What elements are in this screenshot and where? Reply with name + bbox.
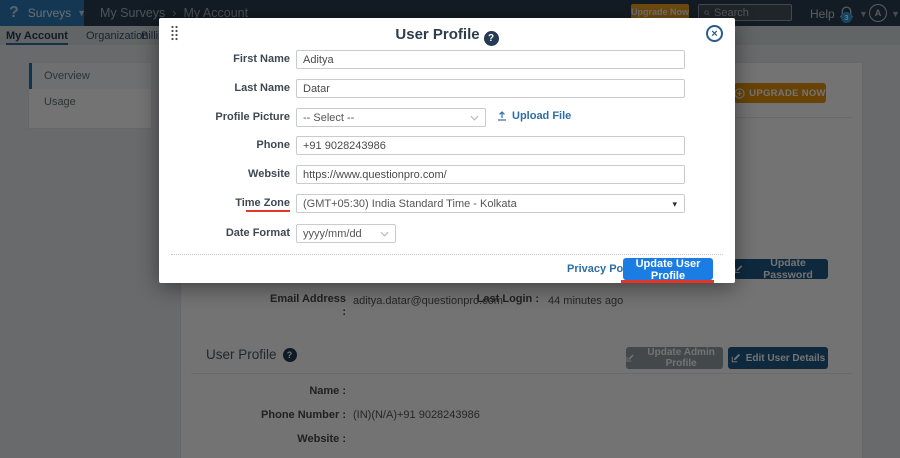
date-format-selected: yyyy/mm/dd: [303, 228, 362, 240]
time-zone-red-underline-annotation: [246, 210, 290, 212]
last-name-input[interactable]: [296, 79, 685, 98]
upload-icon: [497, 111, 507, 121]
first-name-input[interactable]: [296, 50, 685, 69]
time-zone-selected: (GMT+05:30) India Standard Time - Kolkat…: [303, 198, 517, 210]
close-icon[interactable]: ×: [706, 25, 723, 42]
user-profile-modal: User Profile? × First Name Last Name Pro…: [159, 18, 735, 283]
chevron-down-icon: [470, 115, 479, 121]
profile-picture-label: Profile Picture: [159, 108, 290, 127]
profile-picture-selected: -- Select --: [303, 112, 354, 124]
phone-label: Phone: [159, 136, 290, 155]
website-input[interactable]: [296, 165, 685, 184]
phone-input[interactable]: [296, 136, 685, 155]
time-zone-select[interactable]: (GMT+05:30) India Standard Time - Kolkat…: [296, 194, 685, 213]
upload-file-link[interactable]: Upload File: [497, 110, 571, 122]
first-name-label: First Name: [159, 50, 290, 69]
website-label: Website: [159, 165, 290, 184]
profile-picture-select[interactable]: -- Select --: [296, 108, 486, 127]
upload-file-label: Upload File: [512, 110, 571, 122]
footer-separator: [171, 254, 723, 255]
modal-title: User Profile?: [159, 26, 735, 46]
date-format-select[interactable]: yyyy/mm/dd: [296, 224, 396, 243]
date-format-label: Date Format: [159, 224, 290, 243]
caret-down-icon: ▾: [672, 199, 677, 210]
chevron-down-icon: [380, 231, 389, 237]
update-user-profile-button[interactable]: Update User Profile: [623, 258, 713, 280]
app-screen: ? Surveys ▼ My Surveys›My Account Upgrad…: [0, 0, 900, 458]
submit-red-underline-annotation: [621, 280, 714, 283]
modal-title-text: User Profile: [395, 26, 479, 43]
help-icon[interactable]: ?: [484, 31, 499, 46]
last-name-label: Last Name: [159, 79, 290, 98]
